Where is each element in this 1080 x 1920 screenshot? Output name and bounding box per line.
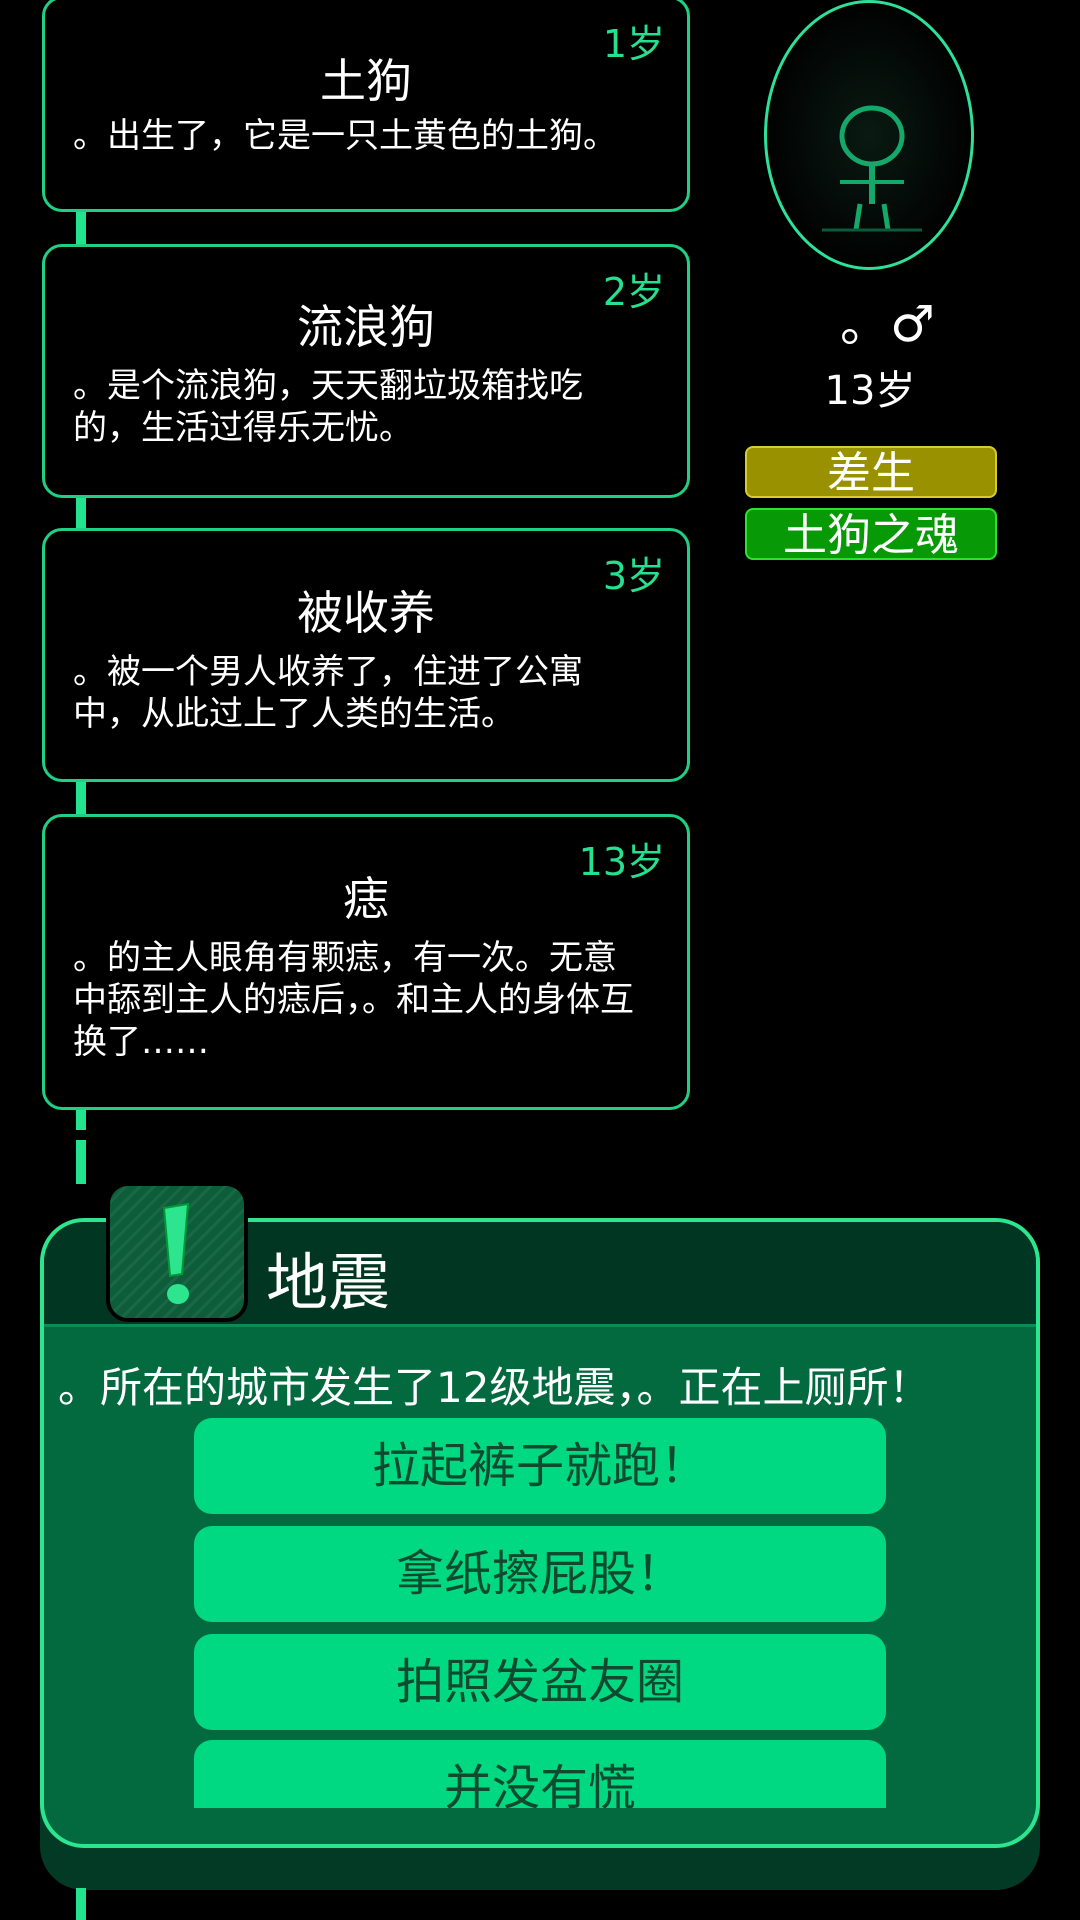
choice-button[interactable]: 并没有慌	[194, 1740, 886, 1808]
choice-button[interactable]: 拉起裤子就跑！	[194, 1418, 886, 1514]
timeline-dash	[76, 1140, 86, 1184]
card-desc: 。被一个男人收养了，住进了公寓中，从此过上了人类的生活。	[73, 652, 583, 734]
timeline-card[interactable]: 13岁 痣 。的主人眼角有颗痣，有一次。无意中舔到主人的痣后，。和主人的身体互换…	[42, 814, 690, 1110]
stick-figure-icon	[822, 105, 922, 232]
timeline-card[interactable]: 2岁 流浪狗 。是个流浪狗，天天翻垃圾箱找吃的，生活过得乐无忧。	[42, 244, 690, 498]
choice-button[interactable]: 拍照发盆友圈	[194, 1634, 886, 1730]
timeline-dash	[76, 1888, 86, 1920]
choice-scroll-area[interactable]: 并没有慌	[194, 1740, 886, 1808]
event-description: 。所在的城市发生了12级地震，。正在上厕所！	[58, 1363, 931, 1412]
tag-badge: 土狗之魂	[745, 508, 997, 561]
profile-age: 13岁	[824, 368, 916, 414]
timeline-dash	[76, 1110, 86, 1130]
card-desc: 。的主人眼角有颗痣，有一次。无意中舔到主人的痣后，。和主人的身体互换了……	[73, 938, 634, 1062]
choice-button[interactable]: 拿纸擦屁股！	[194, 1526, 886, 1622]
profile-name-sex: 。♂	[840, 295, 935, 353]
timeline-card[interactable]: 1岁 土狗 。出生了，它是一只土黄色的土狗。	[42, 0, 690, 212]
card-title: 被收养	[297, 586, 435, 640]
alert-icon	[106, 1182, 248, 1322]
timeline-card[interactable]: 3岁 被收养 。被一个男人收养了，住进了公寓中，从此过上了人类的生活。	[42, 528, 690, 782]
card-title: 流浪狗	[297, 300, 435, 354]
card-desc: 。出生了，它是一只土黄色的土狗。	[73, 116, 617, 156]
avatar	[764, 0, 974, 270]
card-title: 土狗	[320, 54, 412, 108]
card-title: 痣	[343, 872, 389, 926]
card-desc: 。是个流浪狗，天天翻垃圾箱找吃的，生活过得乐无忧。	[73, 366, 583, 448]
event-title: 地震	[266, 1246, 391, 1319]
tag-badge: 差生	[745, 446, 997, 499]
